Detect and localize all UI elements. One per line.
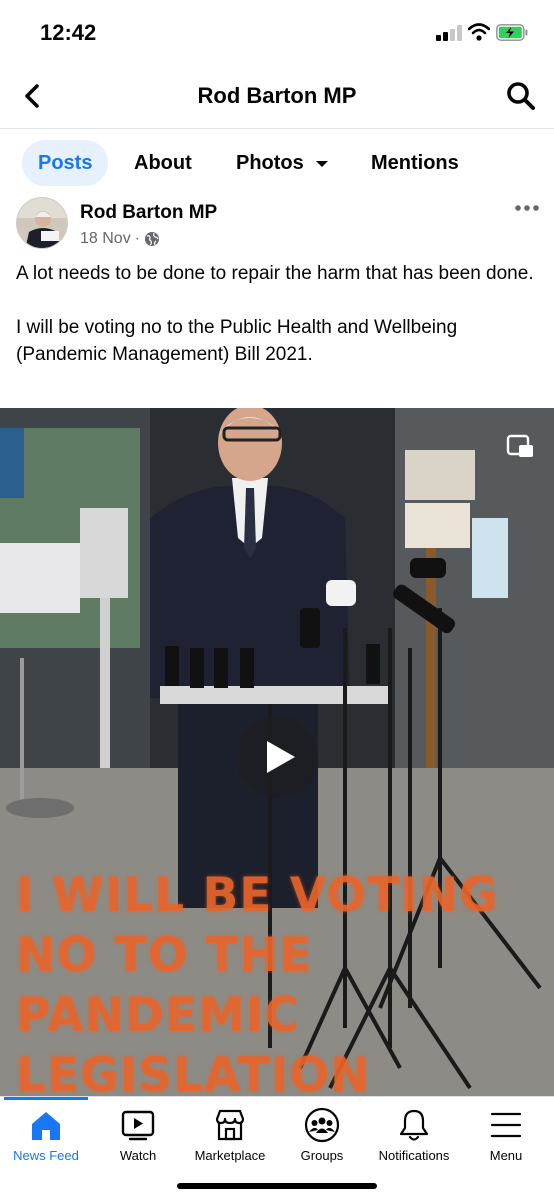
nav-watch[interactable]: Watch: [92, 1107, 184, 1167]
post-meta: 18 Nov ·: [80, 230, 160, 248]
tab-about[interactable]: About: [134, 140, 192, 186]
tab-mentions[interactable]: Mentions: [371, 140, 459, 186]
overlay-line: PANDEMIC: [16, 988, 300, 1043]
nav-news-feed[interactable]: News Feed: [0, 1107, 92, 1167]
post-author[interactable]: Rod Barton MP: [80, 202, 217, 224]
more-horizontal-icon[interactable]: [514, 203, 540, 213]
post-text: A lot needs to be done to repair the har…: [16, 260, 538, 368]
meta-separator: ·: [134, 230, 141, 247]
play-icon: [267, 741, 295, 773]
home-indicator: [177, 1183, 377, 1189]
search-icon[interactable]: [504, 79, 538, 113]
marketplace-store-icon: [215, 1109, 245, 1141]
page-title: Rod Barton MP: [197, 83, 357, 108]
overlay-line: NO TO THE: [16, 928, 313, 983]
post-date[interactable]: 18 Nov: [80, 230, 131, 248]
overlay-line: I WILL BE VOTING: [16, 868, 499, 923]
wifi-icon: [468, 23, 490, 41]
tab-photos[interactable]: Photos: [236, 140, 329, 186]
tab-posts[interactable]: Posts: [22, 140, 109, 186]
watch-video-icon: [121, 1110, 155, 1141]
play-button[interactable]: [236, 716, 318, 798]
overlay-line: LEGISLATION: [16, 1048, 371, 1098]
menu-hamburger-icon: [490, 1112, 522, 1138]
status-time: 12:42: [40, 20, 97, 45]
status-bar: 12:42: [0, 0, 554, 64]
home-icon: [32, 1112, 60, 1140]
caret-down-icon: [316, 160, 329, 167]
nav-marketplace[interactable]: Marketplace: [184, 1107, 276, 1167]
nav-notifications[interactable]: Notifications: [368, 1107, 460, 1167]
post-video[interactable]: I WILL BE VOTING NO TO THE PANDEMIC LEGI…: [0, 408, 554, 1098]
picture-in-picture-icon[interactable]: [505, 432, 535, 462]
profile-tabs: Posts About Photos Mentions: [0, 129, 554, 193]
post-paragraph: I will be voting no to the Public Health…: [16, 317, 458, 365]
video-caption-overlay: I WILL BE VOTING NO TO THE PANDEMIC LEGI…: [16, 866, 536, 1098]
active-tab-indicator: [4, 1097, 88, 1100]
bell-icon: [399, 1109, 429, 1141]
groups-icon: [304, 1107, 340, 1143]
cellular-signal-icon: [436, 25, 464, 41]
nav-groups[interactable]: Groups: [276, 1107, 368, 1167]
nav-menu[interactable]: Menu: [460, 1107, 552, 1167]
globe-icon: [145, 232, 160, 246]
post-header: Rod Barton MP 18 Nov ·: [0, 193, 554, 255]
post-paragraph: A lot needs to be done to repair the har…: [16, 263, 534, 284]
battery-charging-icon: [496, 24, 528, 41]
page-header: Rod Barton MP: [0, 64, 554, 129]
avatar[interactable]: [16, 197, 68, 249]
